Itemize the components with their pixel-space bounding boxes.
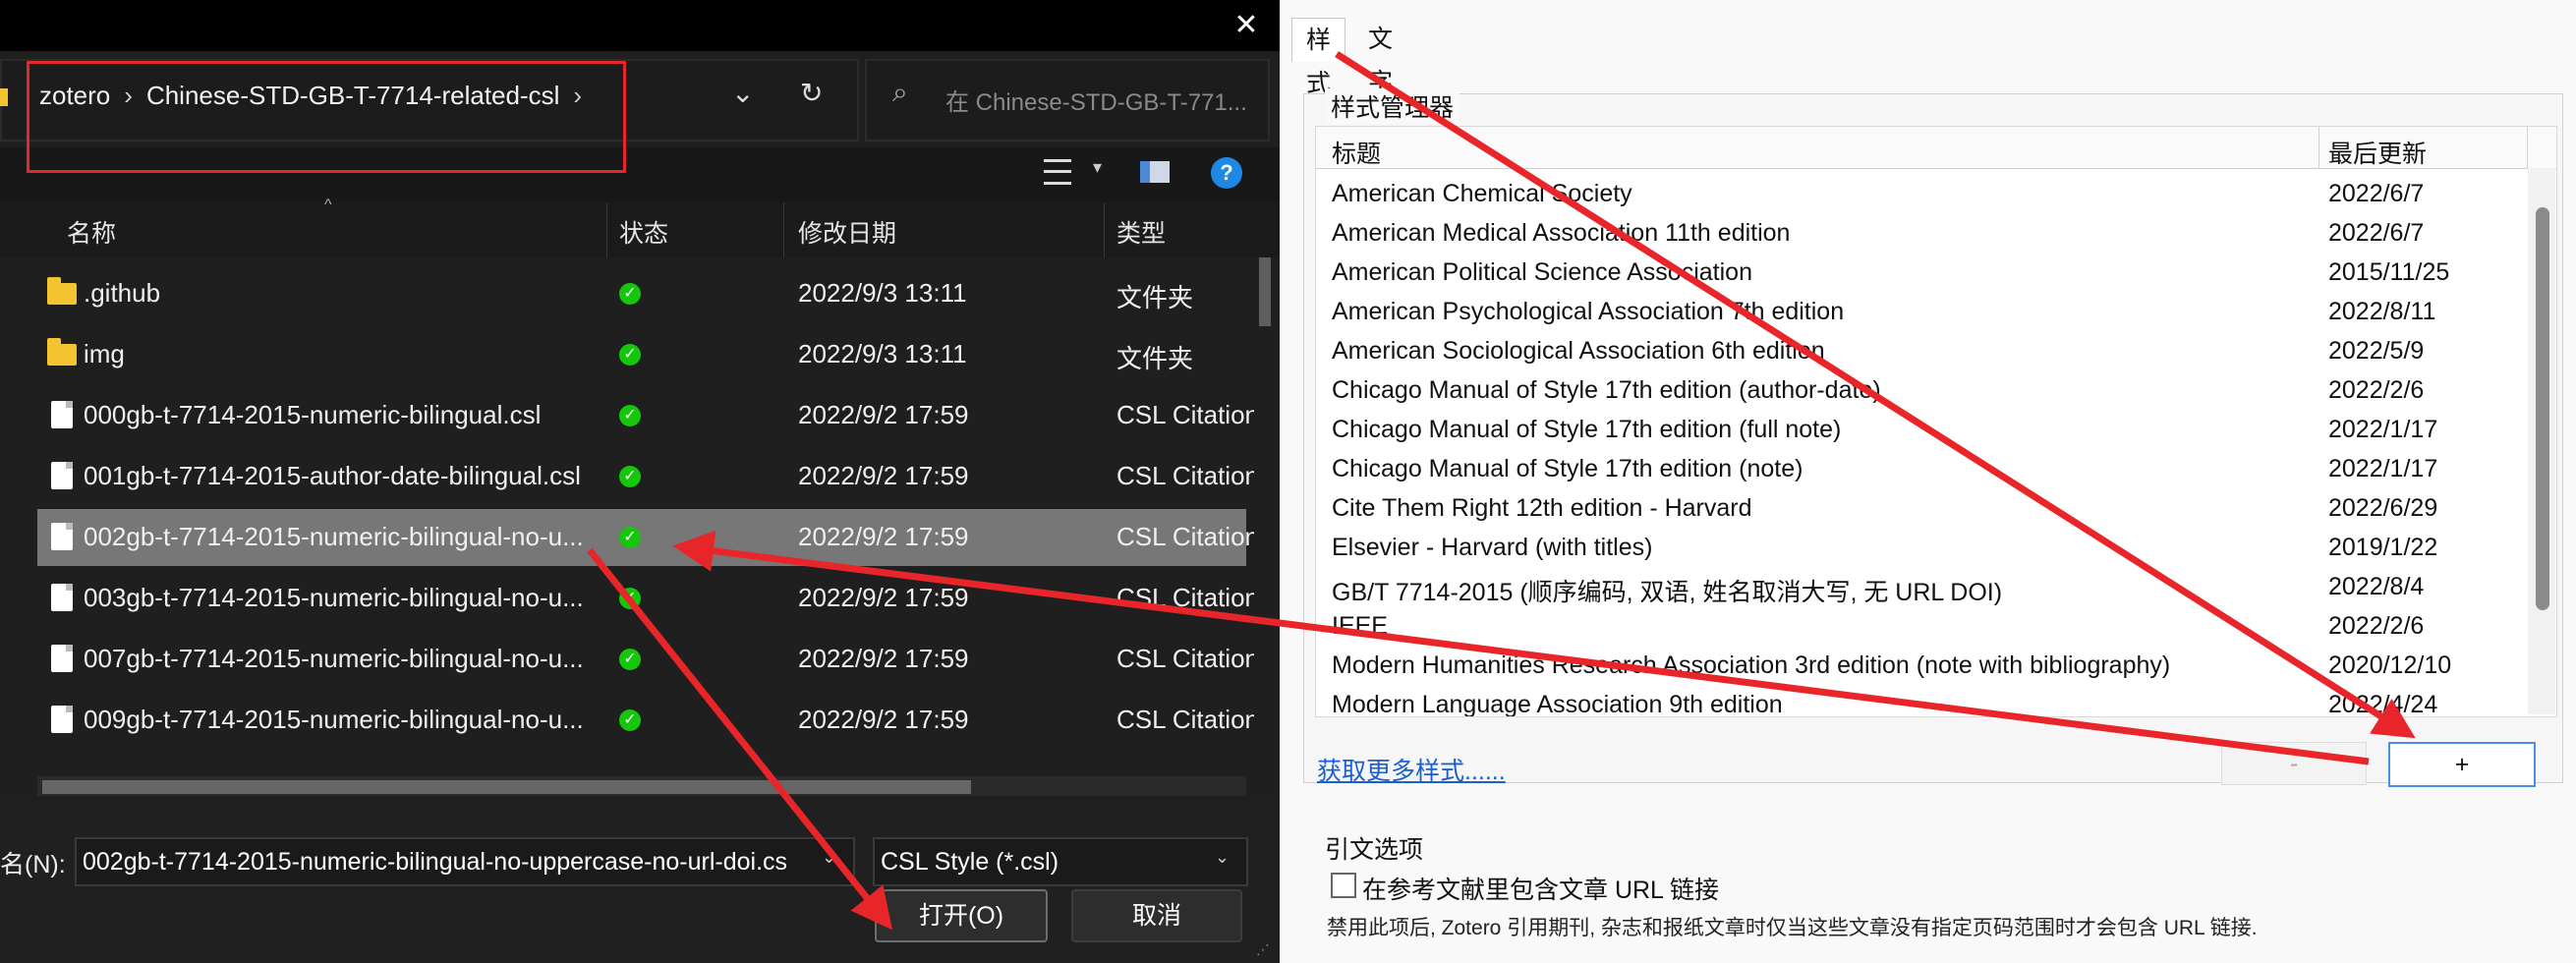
arrow-to-add-button [1335,51,2416,739]
arrow-file-to-open [587,547,893,931]
annotation-arrows [587,51,2416,931]
arrow-add-to-file [672,530,2370,765]
